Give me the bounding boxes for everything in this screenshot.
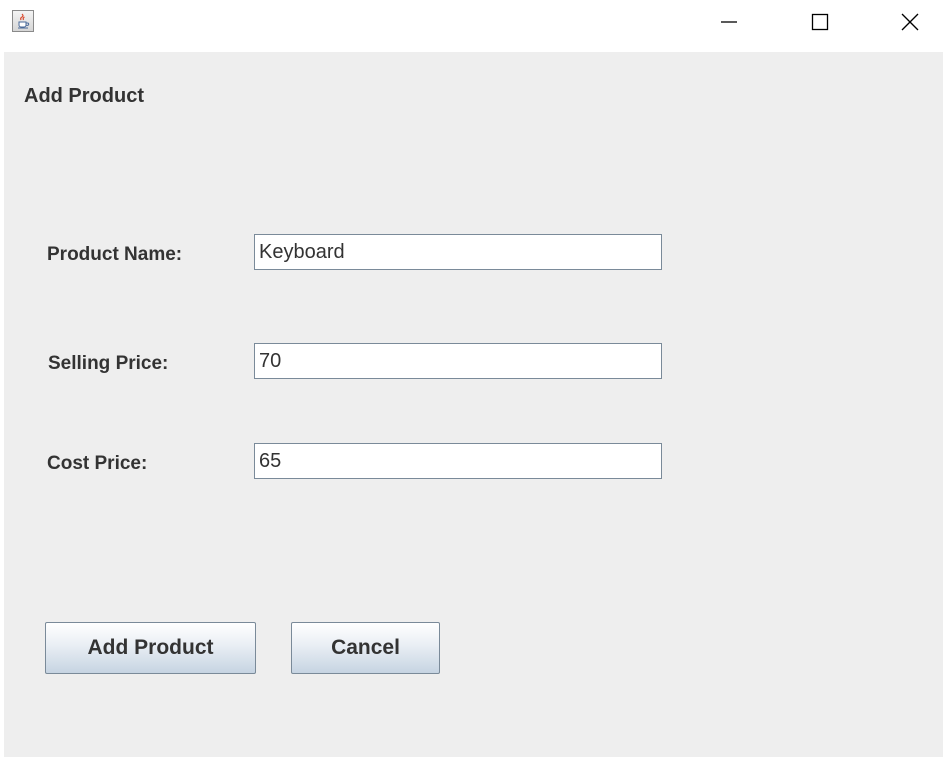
cost-price-label: Cost Price: xyxy=(47,453,148,474)
selling-price-label: Selling Price: xyxy=(48,353,169,374)
page-title: Add Product xyxy=(24,85,144,107)
cost-price-input[interactable] xyxy=(254,443,662,479)
maximize-icon xyxy=(811,13,829,31)
cancel-button[interactable]: Cancel xyxy=(291,622,440,674)
product-name-input[interactable] xyxy=(254,234,662,270)
product-name-label: Product Name: xyxy=(47,244,183,265)
add-product-button[interactable]: Add Product xyxy=(45,622,256,674)
java-cup-icon[interactable] xyxy=(12,10,34,32)
app-window: Add Product Product Name: Selling Price:… xyxy=(0,0,943,757)
minimize-button[interactable] xyxy=(706,0,752,44)
form-panel: Add Product Product Name: Selling Price:… xyxy=(4,52,943,757)
minimize-icon xyxy=(721,21,737,23)
close-button[interactable] xyxy=(887,0,933,44)
title-bar xyxy=(0,0,943,52)
close-icon xyxy=(901,13,919,31)
selling-price-input[interactable] xyxy=(254,343,662,379)
maximize-button[interactable] xyxy=(797,0,843,44)
